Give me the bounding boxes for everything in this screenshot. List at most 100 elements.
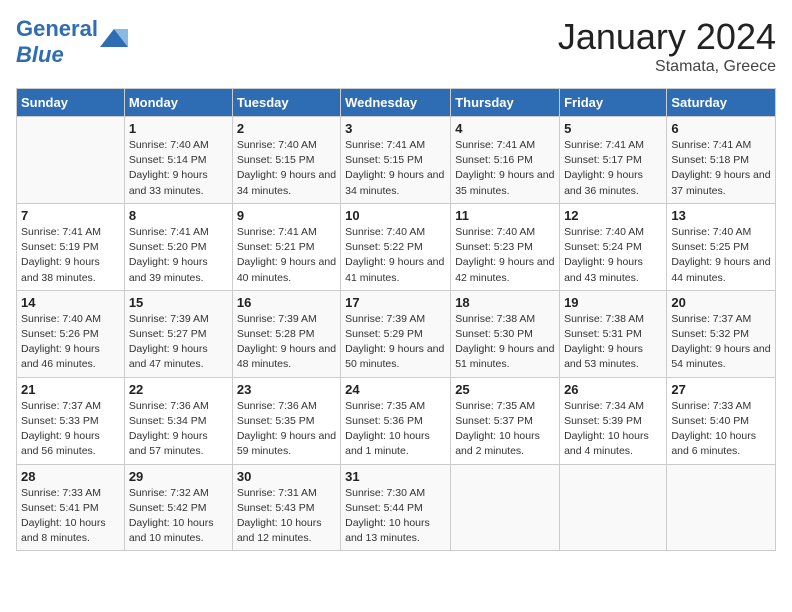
day-info: Sunrise: 7:35 AM Sunset: 5:37 PM Dayligh… — [455, 399, 555, 460]
day-number: 22 — [129, 382, 228, 397]
day-cell: 8Sunrise: 7:41 AM Sunset: 5:20 PM Daylig… — [124, 203, 232, 290]
day-number: 6 — [671, 121, 771, 136]
week-row-1: 1 Sunrise: 7:40 AM Sunset: 5:14 PM Daylig… — [17, 117, 776, 204]
day-cell — [560, 464, 667, 551]
day-number: 23 — [237, 382, 336, 397]
header-day-sunday: Sunday — [17, 89, 125, 117]
day-number: 2 — [237, 121, 336, 136]
day-cell: 12Sunrise: 7:40 AM Sunset: 5:24 PM Dayli… — [560, 203, 667, 290]
day-cell: 5 Sunrise: 7:41 AM Sunset: 5:17 PM Daylig… — [560, 117, 667, 204]
month-title: January 2024 — [558, 16, 776, 58]
day-cell: 13 Sunrise: 7:40 AM Sunset: 5:25 PM Dayli… — [667, 203, 776, 290]
day-info: Sunrise: 7:36 AM Sunset: 5:34 PM Dayligh… — [129, 399, 228, 460]
day-number: 27 — [671, 382, 771, 397]
day-number: 5 — [564, 121, 662, 136]
day-number: 7 — [21, 208, 120, 223]
day-number: 29 — [129, 469, 228, 484]
day-number: 30 — [237, 469, 336, 484]
day-info: Sunrise: 7:39 AM Sunset: 5:27 PM Dayligh… — [129, 312, 228, 373]
logo: GeneralBlue — [16, 16, 128, 68]
day-cell — [667, 464, 776, 551]
day-info: Sunrise: 7:38 AM Sunset: 5:31 PM Dayligh… — [564, 312, 662, 373]
week-row-3: 14 Sunrise: 7:40 AM Sunset: 5:26 PM Dayli… — [17, 290, 776, 377]
day-cell: 24 Sunrise: 7:35 AM Sunset: 5:36 PM Dayli… — [341, 377, 451, 464]
day-cell: 14 Sunrise: 7:40 AM Sunset: 5:26 PM Dayli… — [17, 290, 125, 377]
day-number: 20 — [671, 295, 771, 310]
day-cell: 3Sunrise: 7:41 AM Sunset: 5:15 PM Daylig… — [341, 117, 451, 204]
location: Stamata, Greece — [558, 58, 776, 76]
day-number: 15 — [129, 295, 228, 310]
day-info: Sunrise: 7:41 AM Sunset: 5:21 PM Dayligh… — [237, 225, 336, 286]
logo-icon — [100, 27, 128, 49]
day-info: Sunrise: 7:39 AM Sunset: 5:29 PM Dayligh… — [345, 312, 446, 373]
day-number: 9 — [237, 208, 336, 223]
day-cell: 10 Sunrise: 7:40 AM Sunset: 5:22 PM Dayli… — [341, 203, 451, 290]
day-number: 24 — [345, 382, 446, 397]
day-number: 14 — [21, 295, 120, 310]
day-number: 8 — [129, 208, 228, 223]
day-cell: 9 Sunrise: 7:41 AM Sunset: 5:21 PM Daylig… — [232, 203, 340, 290]
day-number: 31 — [345, 469, 446, 484]
day-info: Sunrise: 7:41 AM Sunset: 5:16 PM Dayligh… — [455, 138, 555, 199]
header-row: SundayMondayTuesdayWednesdayThursdayFrid… — [17, 89, 776, 117]
day-info: Sunrise: 7:40 AM Sunset: 5:23 PM Dayligh… — [455, 225, 555, 286]
day-info: Sunrise: 7:39 AM Sunset: 5:28 PM Dayligh… — [237, 312, 336, 373]
day-cell: 4 Sunrise: 7:41 AM Sunset: 5:16 PM Daylig… — [451, 117, 560, 204]
day-cell: 11Sunrise: 7:40 AM Sunset: 5:23 PM Dayli… — [451, 203, 560, 290]
day-info: Sunrise: 7:40 AM Sunset: 5:26 PM Dayligh… — [21, 312, 120, 373]
day-number: 13 — [671, 208, 771, 223]
day-cell: 16Sunrise: 7:39 AM Sunset: 5:28 PM Dayli… — [232, 290, 340, 377]
day-cell: 21 Sunrise: 7:37 AM Sunset: 5:33 PM Dayli… — [17, 377, 125, 464]
header-day-tuesday: Tuesday — [232, 89, 340, 117]
day-cell — [17, 117, 125, 204]
day-cell: 29Sunrise: 7:32 AM Sunset: 5:42 PM Dayli… — [124, 464, 232, 551]
day-number: 19 — [564, 295, 662, 310]
day-info: Sunrise: 7:33 AM Sunset: 5:40 PM Dayligh… — [671, 399, 771, 460]
day-info: Sunrise: 7:30 AM Sunset: 5:44 PM Dayligh… — [345, 486, 446, 547]
day-info: Sunrise: 7:40 AM Sunset: 5:25 PM Dayligh… — [671, 225, 771, 286]
day-number: 12 — [564, 208, 662, 223]
day-info: Sunrise: 7:40 AM Sunset: 5:15 PM Dayligh… — [237, 138, 336, 199]
day-number: 17 — [345, 295, 446, 310]
day-info: Sunrise: 7:41 AM Sunset: 5:18 PM Dayligh… — [671, 138, 771, 199]
day-info: Sunrise: 7:37 AM Sunset: 5:33 PM Dayligh… — [21, 399, 120, 460]
day-info: Sunrise: 7:36 AM Sunset: 5:35 PM Dayligh… — [237, 399, 336, 460]
day-number: 1 — [129, 121, 228, 136]
day-number: 21 — [21, 382, 120, 397]
day-cell: 18 Sunrise: 7:38 AM Sunset: 5:30 PM Dayli… — [451, 290, 560, 377]
day-info: Sunrise: 7:41 AM Sunset: 5:15 PM Dayligh… — [345, 138, 446, 199]
day-cell: 28Sunrise: 7:33 AM Sunset: 5:41 PM Dayli… — [17, 464, 125, 551]
day-number: 10 — [345, 208, 446, 223]
day-number: 26 — [564, 382, 662, 397]
page-header: GeneralBlue January 2024 Stamata, Greece — [16, 16, 776, 76]
day-cell: 25 Sunrise: 7:35 AM Sunset: 5:37 PM Dayli… — [451, 377, 560, 464]
day-info: Sunrise: 7:38 AM Sunset: 5:30 PM Dayligh… — [455, 312, 555, 373]
header-day-friday: Friday — [560, 89, 667, 117]
week-row-4: 21 Sunrise: 7:37 AM Sunset: 5:33 PM Dayli… — [17, 377, 776, 464]
day-cell: 1 Sunrise: 7:40 AM Sunset: 5:14 PM Daylig… — [124, 117, 232, 204]
calendar-table: SundayMondayTuesdayWednesdayThursdayFrid… — [16, 88, 776, 551]
day-cell — [451, 464, 560, 551]
day-cell: 7 Sunrise: 7:41 AM Sunset: 5:19 PM Daylig… — [17, 203, 125, 290]
day-number: 25 — [455, 382, 555, 397]
day-number: 4 — [455, 121, 555, 136]
day-number: 18 — [455, 295, 555, 310]
day-cell: 30 Sunrise: 7:31 AM Sunset: 5:43 PM Dayli… — [232, 464, 340, 551]
day-cell: 27 Sunrise: 7:33 AM Sunset: 5:40 PM Dayli… — [667, 377, 776, 464]
header-day-wednesday: Wednesday — [341, 89, 451, 117]
day-info: Sunrise: 7:40 AM Sunset: 5:14 PM Dayligh… — [129, 138, 228, 199]
day-cell: 19 Sunrise: 7:38 AM Sunset: 5:31 PM Dayli… — [560, 290, 667, 377]
day-cell: 6 Sunrise: 7:41 AM Sunset: 5:18 PM Daylig… — [667, 117, 776, 204]
day-cell: 2 Sunrise: 7:40 AM Sunset: 5:15 PM Daylig… — [232, 117, 340, 204]
day-info: Sunrise: 7:34 AM Sunset: 5:39 PM Dayligh… — [564, 399, 662, 460]
day-info: Sunrise: 7:41 AM Sunset: 5:17 PM Dayligh… — [564, 138, 662, 199]
day-cell: 20 Sunrise: 7:37 AM Sunset: 5:32 PM Dayli… — [667, 290, 776, 377]
day-info: Sunrise: 7:31 AM Sunset: 5:43 PM Dayligh… — [237, 486, 336, 547]
day-info: Sunrise: 7:37 AM Sunset: 5:32 PM Dayligh… — [671, 312, 771, 373]
header-day-monday: Monday — [124, 89, 232, 117]
logo-text: GeneralBlue — [16, 16, 98, 68]
day-cell: 15 Sunrise: 7:39 AM Sunset: 5:27 PM Dayli… — [124, 290, 232, 377]
day-info: Sunrise: 7:40 AM Sunset: 5:22 PM Dayligh… — [345, 225, 446, 286]
day-info: Sunrise: 7:35 AM Sunset: 5:36 PM Dayligh… — [345, 399, 446, 460]
day-info: Sunrise: 7:41 AM Sunset: 5:19 PM Dayligh… — [21, 225, 120, 286]
